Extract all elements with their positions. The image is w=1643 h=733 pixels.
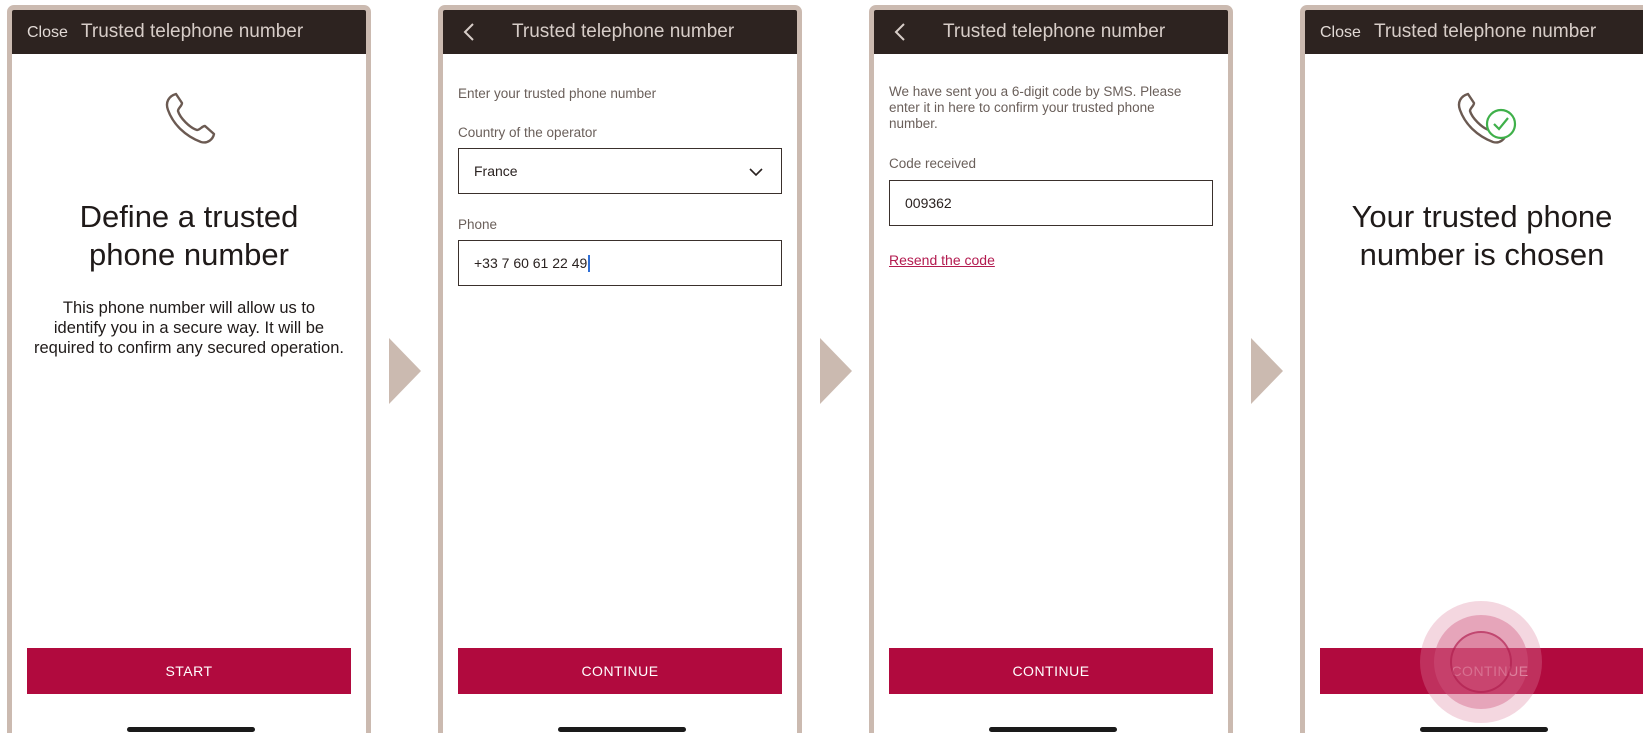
chevron-left-icon[interactable] bbox=[890, 21, 912, 43]
home-indicator[interactable] bbox=[1420, 727, 1548, 732]
start-button[interactable]: START bbox=[27, 648, 351, 694]
close-button[interactable]: Close bbox=[27, 24, 68, 42]
home-indicator[interactable] bbox=[558, 727, 686, 732]
screen-title: Trusted telephone number bbox=[1374, 21, 1597, 42]
code-label: Code received bbox=[889, 156, 977, 171]
country-label: Country of the operator bbox=[458, 125, 597, 140]
country-value: France bbox=[474, 163, 518, 179]
screen-enter-number: Trusted telephone number Enter your trus… bbox=[438, 5, 802, 733]
home-indicator[interactable] bbox=[989, 727, 1117, 732]
top-bar: Close Trusted telephone number bbox=[12, 10, 366, 54]
continue-button[interactable]: CONTINUE bbox=[1320, 648, 1643, 694]
description: This phone number will allow us to ident… bbox=[33, 299, 344, 357]
continue-button[interactable]: CONTINUE bbox=[458, 648, 782, 694]
sms-info-text: We have sent you a 6-digit code by SMS. … bbox=[889, 84, 1182, 131]
screen-confirm-code: Trusted telephone number We have sent yo… bbox=[869, 5, 1233, 733]
screen-title: Trusted telephone number bbox=[943, 21, 1166, 42]
phone-check-icon bbox=[1457, 92, 1517, 144]
home-indicator[interactable] bbox=[127, 727, 255, 732]
top-bar: Close Trusted telephone number bbox=[1305, 10, 1643, 54]
chevron-left-icon[interactable] bbox=[459, 21, 481, 43]
code-input[interactable]: 009362 bbox=[889, 180, 1213, 226]
continue-button[interactable]: CONTINUE bbox=[889, 648, 1213, 694]
phone-input[interactable]: +33 7 60 61 22 49 bbox=[458, 240, 782, 286]
chevron-down-icon bbox=[749, 168, 763, 177]
intro-text: Enter your trusted phone number bbox=[458, 86, 657, 101]
phone-icon bbox=[165, 92, 216, 144]
text-caret bbox=[588, 254, 591, 272]
resend-code-link[interactable]: Resend the code bbox=[889, 252, 995, 268]
screen-number-chosen: Close Trusted telephone number Your trus… bbox=[1300, 5, 1643, 733]
top-bar: Trusted telephone number bbox=[443, 10, 797, 54]
country-select[interactable]: France bbox=[458, 148, 782, 194]
close-button[interactable]: Close bbox=[1320, 24, 1361, 42]
screen-title: Trusted telephone number bbox=[512, 21, 735, 42]
phone-label: Phone bbox=[458, 217, 498, 232]
screen-define-number: Close Trusted telephone number Define a … bbox=[7, 5, 371, 733]
top-bar: Trusted telephone number bbox=[874, 10, 1228, 54]
phone-value: +33 7 60 61 22 49 bbox=[474, 255, 588, 271]
screen-title: Trusted telephone number bbox=[81, 21, 304, 42]
arrow-right-icon bbox=[820, 338, 852, 404]
arrow-right-icon bbox=[1251, 338, 1283, 404]
arrow-right-icon bbox=[389, 338, 421, 404]
code-value: 009362 bbox=[905, 195, 952, 211]
heading: Your trusted phone number is chosen bbox=[1351, 199, 1613, 272]
heading: Define a trusted phone number bbox=[79, 199, 299, 272]
